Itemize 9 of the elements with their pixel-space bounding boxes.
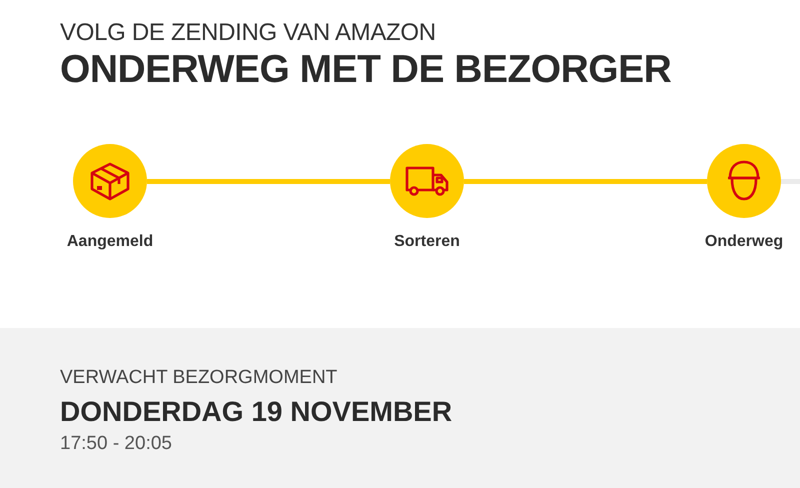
step-label: Aangemeld bbox=[66, 233, 154, 251]
delivery-date: DONDERDAG 19 NOVEMBER bbox=[60, 395, 454, 429]
page-title: ONDERWEG MET DE BEZORGER bbox=[60, 48, 672, 92]
step-label: Onderweg bbox=[704, 233, 784, 251]
delivery-time: 17:50 - 20:05 bbox=[60, 432, 173, 456]
delivery-label: VERWACHT BEZORGMOMENT bbox=[60, 366, 338, 390]
page-subtitle: VOLG DE ZENDING VAN AMAZON bbox=[60, 18, 437, 48]
step-label: Sorteren bbox=[394, 233, 460, 251]
truck-icon bbox=[404, 164, 450, 198]
